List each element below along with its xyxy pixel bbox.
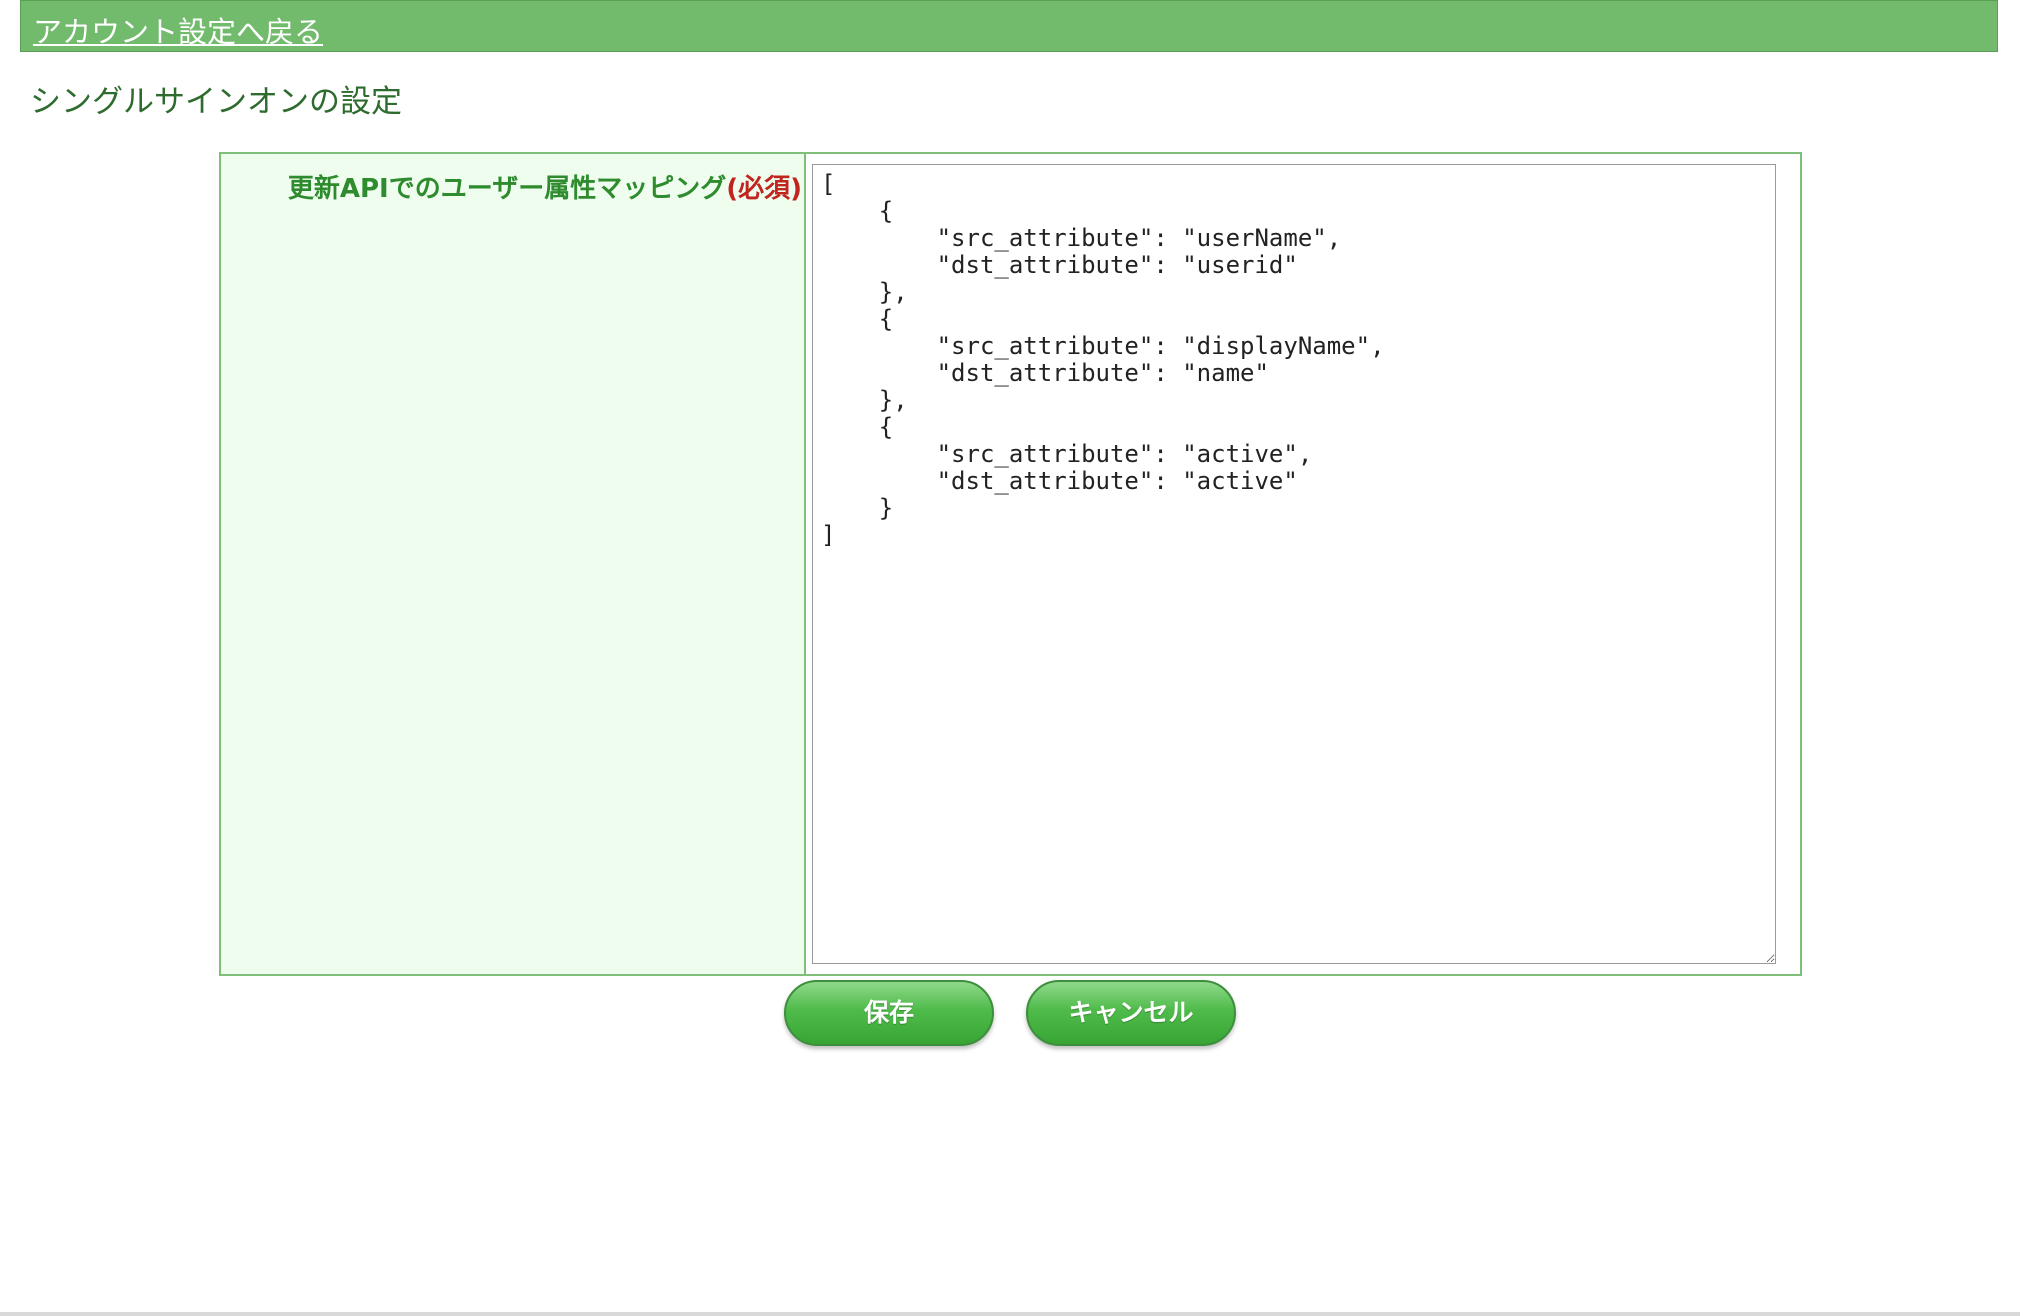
required-mark: (必須) [726,174,802,204]
settings-form-table: 更新APIでのユーザー属性マッピング(必須) [219,152,1802,976]
attribute-mapping-textarea[interactable] [812,164,1776,964]
field-label-cell: 更新APIでのユーザー属性マッピング(必須) [221,154,806,974]
bottom-divider [0,1312,2020,1316]
field-input-cell [806,154,1800,974]
page-title: シングルサインオンの設定 [30,84,402,120]
back-to-account-settings-link[interactable]: アカウント設定へ戻る [33,9,323,51]
form-actions: 保存 キャンセル [0,980,2020,1050]
save-button[interactable]: 保存 [784,980,994,1046]
field-label: 更新APIでのユーザー属性マッピング(必須) [288,168,802,205]
top-bar: アカウント設定へ戻る [20,0,1998,52]
cancel-button[interactable]: キャンセル [1026,980,1236,1046]
field-label-text: 更新APIでのユーザー属性マッピング [287,174,727,204]
